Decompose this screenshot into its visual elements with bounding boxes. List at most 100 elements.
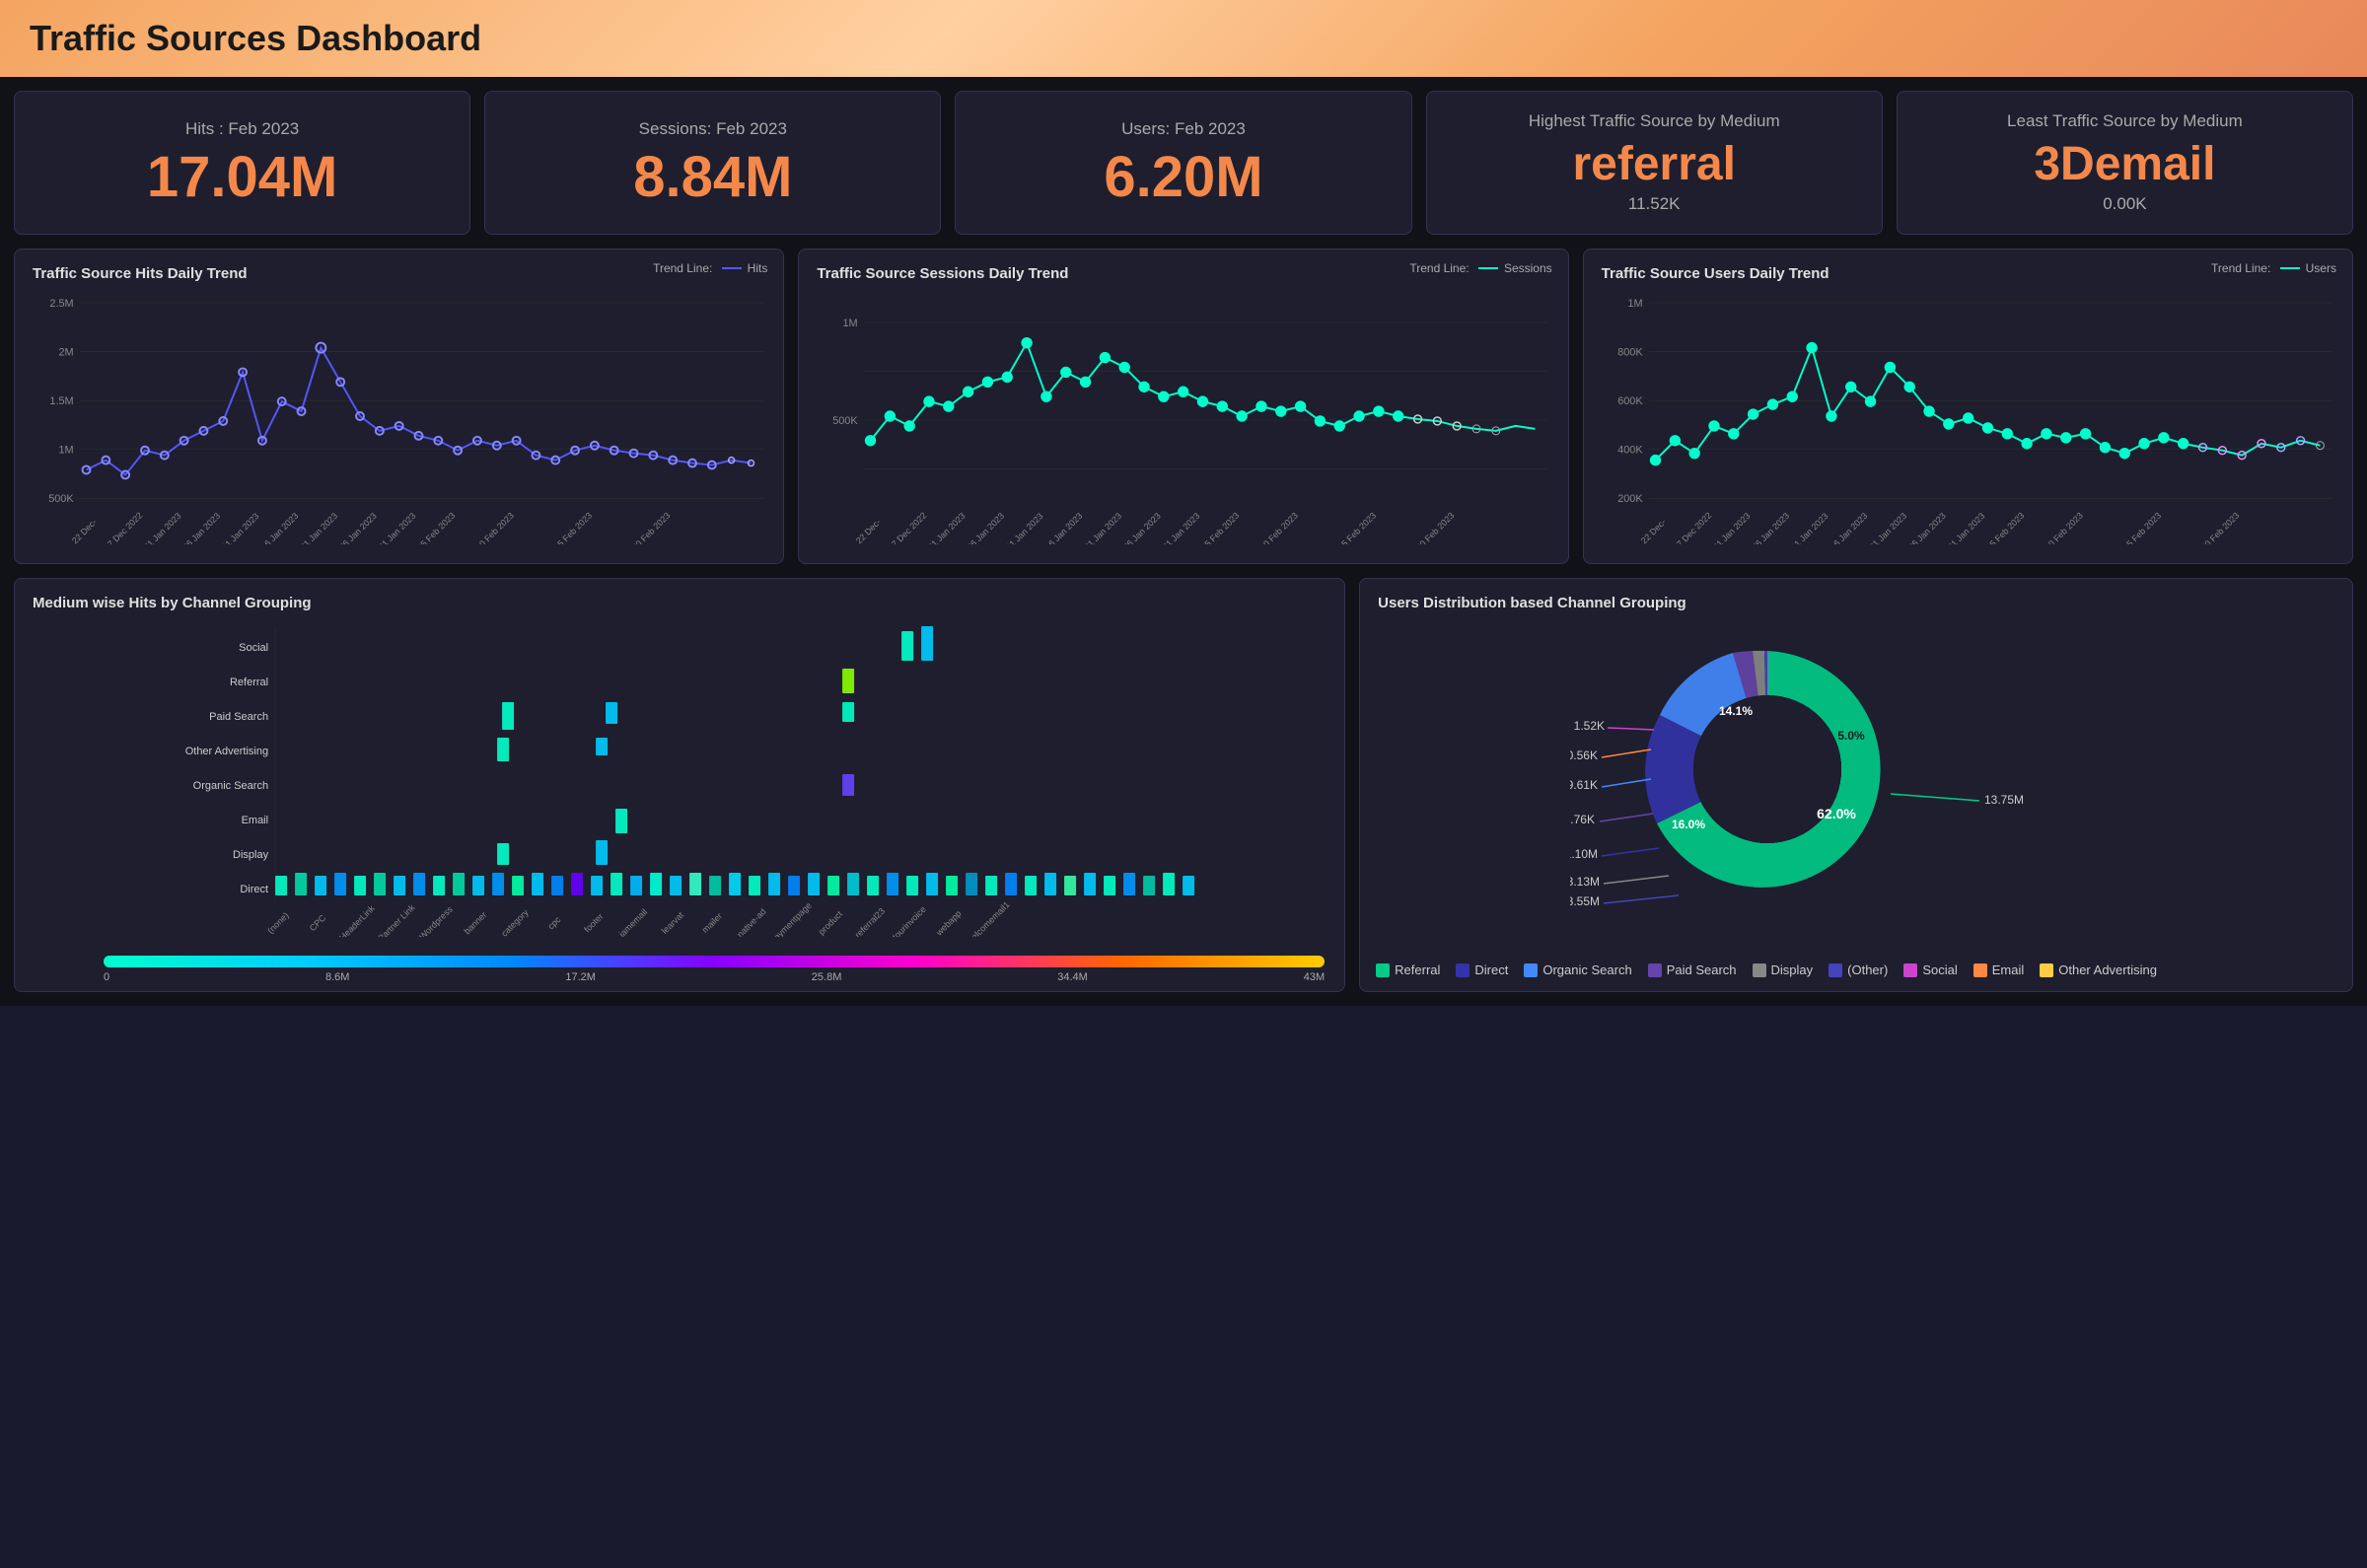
svg-text:learvat: learvat bbox=[660, 909, 686, 936]
kpi-sessions-value: 8.84M bbox=[633, 149, 792, 206]
medium-hits-svg: Social Referral Paid Search Other Advert… bbox=[33, 621, 1327, 937]
svg-text:product: product bbox=[817, 908, 845, 937]
svg-text:14.1%: 14.1% bbox=[1719, 704, 1753, 718]
svg-text:13.75M: 13.75M bbox=[1984, 793, 2024, 807]
donut-chart-svg: 1.52K 10.56K 29.61K 350.76K 1.10M 3.13M … bbox=[1570, 631, 2142, 907]
svg-text:iamemail: iamemail bbox=[617, 907, 650, 937]
chart-medium-hits: Medium wise Hits by Channel Grouping Soc… bbox=[14, 578, 1345, 992]
svg-text:05 Feb 2023: 05 Feb 2023 bbox=[415, 511, 457, 544]
svg-text:500K: 500K bbox=[833, 415, 859, 427]
svg-text:01 Jan 2023: 01 Jan 2023 bbox=[142, 511, 183, 544]
svg-text:22 Dec-: 22 Dec- bbox=[70, 517, 99, 544]
legend-email: Email bbox=[1973, 962, 2025, 977]
legend-other: (Other) bbox=[1829, 962, 1888, 977]
svg-text:05 Feb 2023: 05 Feb 2023 bbox=[1199, 511, 1241, 544]
kpi-sessions: Sessions: Feb 2023 8.84M bbox=[484, 91, 941, 235]
chart-users-trend: Traffic Source Users Daily Trend Trend L… bbox=[1583, 249, 2353, 564]
svg-text:category: category bbox=[499, 907, 531, 937]
svg-text:Direct: Direct bbox=[240, 884, 268, 895]
svg-text:mailer: mailer bbox=[700, 911, 724, 935]
svg-text:20 Feb 2023: 20 Feb 2023 bbox=[630, 511, 672, 544]
chart-sessions-trend: Traffic Source Sessions Daily Trend Tren… bbox=[798, 249, 1568, 564]
svg-text:16 Jan 2023: 16 Jan 2023 bbox=[1043, 511, 1085, 544]
svg-text:CPC: CPC bbox=[308, 912, 328, 933]
svg-text:05 Feb 2023: 05 Feb 2023 bbox=[1984, 511, 2026, 544]
svg-text:06 Jan 2023: 06 Jan 2023 bbox=[1750, 511, 1791, 544]
svg-text:500K: 500K bbox=[48, 493, 74, 505]
users-legend: Trend Line: Users bbox=[2211, 261, 2336, 275]
svg-text:15 Feb 2023: 15 Feb 2023 bbox=[1336, 511, 1378, 544]
svg-text:16.0%: 16.0% bbox=[1672, 818, 1705, 831]
svg-text:15 Feb 2023: 15 Feb 2023 bbox=[2120, 511, 2162, 544]
legend-color-paid bbox=[1648, 963, 1662, 977]
svg-text:11 Jan 2023: 11 Jan 2023 bbox=[1789, 511, 1829, 544]
svg-text:26 Jan 2023: 26 Jan 2023 bbox=[1906, 511, 1948, 544]
gradient-bar-container: 0 8.6M 17.2M 25.8M 34.4M 43M bbox=[104, 956, 1325, 983]
svg-text:3.55M: 3.55M bbox=[1570, 894, 1600, 907]
legend-color-email bbox=[1973, 963, 1987, 977]
users-chart-svg: 1M 800K 600K 400K 200K bbox=[1602, 288, 2334, 544]
svg-text:referral23: referral23 bbox=[853, 906, 887, 937]
hits-legend: Trend Line: Hits bbox=[653, 261, 767, 275]
svg-text:welcomemail1: welcomemail1 bbox=[965, 899, 1012, 937]
svg-text:01 Jan 2023: 01 Jan 2023 bbox=[926, 511, 968, 544]
svg-text:native-ad: native-ad bbox=[735, 906, 767, 937]
svg-text:2M: 2M bbox=[58, 347, 73, 359]
svg-text:350.76K: 350.76K bbox=[1570, 813, 1595, 826]
svg-text:2.5M: 2.5M bbox=[49, 298, 73, 310]
svg-text:31 Jan 2023: 31 Jan 2023 bbox=[1161, 511, 1202, 544]
legend-other-adv: Other Advertising bbox=[2040, 962, 2157, 977]
kpi-users-label: Users: Feb 2023 bbox=[1121, 119, 1246, 139]
legend-paid: Paid Search bbox=[1648, 962, 1737, 977]
svg-text:10.56K: 10.56K bbox=[1570, 748, 1598, 762]
svg-text:HeaderLink: HeaderLink bbox=[337, 903, 377, 937]
svg-text:10 Feb 2023: 10 Feb 2023 bbox=[473, 511, 515, 544]
kpi-least-sub: 0.00K bbox=[2103, 194, 2146, 214]
legend-color-display bbox=[1753, 963, 1766, 977]
svg-text:200K: 200K bbox=[1617, 493, 1643, 505]
svg-text:Paid Search: Paid Search bbox=[209, 711, 268, 723]
kpi-highest-sub: 11.52K bbox=[1628, 194, 1681, 214]
bottom-row: Medium wise Hits by Channel Grouping Soc… bbox=[0, 578, 2367, 1006]
svg-text:(none): (none) bbox=[265, 910, 290, 935]
svg-text:600K: 600K bbox=[1617, 395, 1643, 407]
donut-legend: Referral Direct Organic Search Paid Sear… bbox=[1376, 962, 2336, 977]
svg-text:31 Jan 2023: 31 Jan 2023 bbox=[377, 511, 418, 544]
svg-text:1M: 1M bbox=[1627, 298, 1642, 310]
svg-text:1.10M: 1.10M bbox=[1570, 847, 1598, 861]
svg-text:10 Feb 2023: 10 Feb 2023 bbox=[2043, 511, 2084, 544]
kpi-highest: Highest Traffic Source by Medium referra… bbox=[1426, 91, 1883, 235]
kpi-least-value: 3Demail bbox=[2034, 141, 2215, 188]
medium-hits-title: Medium wise Hits by Channel Grouping bbox=[33, 595, 1327, 611]
svg-text:tourinvoice: tourinvoice bbox=[891, 904, 928, 937]
svg-text:1.5M: 1.5M bbox=[49, 395, 73, 407]
svg-text:06 Jan 2023: 06 Jan 2023 bbox=[180, 511, 222, 544]
legend-color-referral bbox=[1376, 963, 1390, 977]
svg-text:01 Jan 2023: 01 Jan 2023 bbox=[1710, 511, 1752, 544]
svg-text:16 Jan 2023: 16 Jan 2023 bbox=[1828, 511, 1869, 544]
svg-text:21 Jan 2023: 21 Jan 2023 bbox=[1083, 511, 1124, 544]
kpi-hits-value: 17.04M bbox=[147, 149, 337, 206]
svg-text:27 Dec 2022: 27 Dec 2022 bbox=[887, 510, 929, 544]
svg-text:1M: 1M bbox=[843, 318, 858, 329]
gradient-labels: 0 8.6M 17.2M 25.8M 34.4M 43M bbox=[104, 971, 1325, 983]
svg-text:16 Jan 2023: 16 Jan 2023 bbox=[259, 511, 301, 544]
svg-text:11 Jan 2023: 11 Jan 2023 bbox=[1005, 511, 1045, 544]
chart-hits-trend: Traffic Source Hits Daily Trend Trend Li… bbox=[14, 249, 784, 564]
kpi-least-label: Least Traffic Source by Medium bbox=[2007, 111, 2243, 131]
charts-row: Traffic Source Hits Daily Trend Trend Li… bbox=[0, 249, 2367, 578]
kpi-sessions-label: Sessions: Feb 2023 bbox=[639, 119, 787, 139]
svg-text:5.0%: 5.0% bbox=[1837, 729, 1865, 743]
users-dist-title: Users Distribution based Channel Groupin… bbox=[1378, 595, 2334, 611]
legend-direct: Direct bbox=[1456, 962, 1508, 977]
svg-text:29.61K: 29.61K bbox=[1570, 778, 1598, 792]
svg-text:21 Jan 2023: 21 Jan 2023 bbox=[1867, 511, 1908, 544]
kpi-hits-label: Hits : Feb 2023 bbox=[185, 119, 299, 139]
svg-text:Organic Search: Organic Search bbox=[193, 780, 268, 792]
legend-display: Display bbox=[1753, 962, 1814, 977]
svg-text:22 Dec-: 22 Dec- bbox=[854, 517, 883, 544]
dashboard-header: Traffic Sources Dashboard bbox=[0, 0, 2367, 77]
svg-text:cpc: cpc bbox=[545, 914, 562, 931]
svg-text:22 Dec-: 22 Dec- bbox=[1638, 517, 1667, 544]
svg-text:26 Jan 2023: 26 Jan 2023 bbox=[1121, 511, 1163, 544]
